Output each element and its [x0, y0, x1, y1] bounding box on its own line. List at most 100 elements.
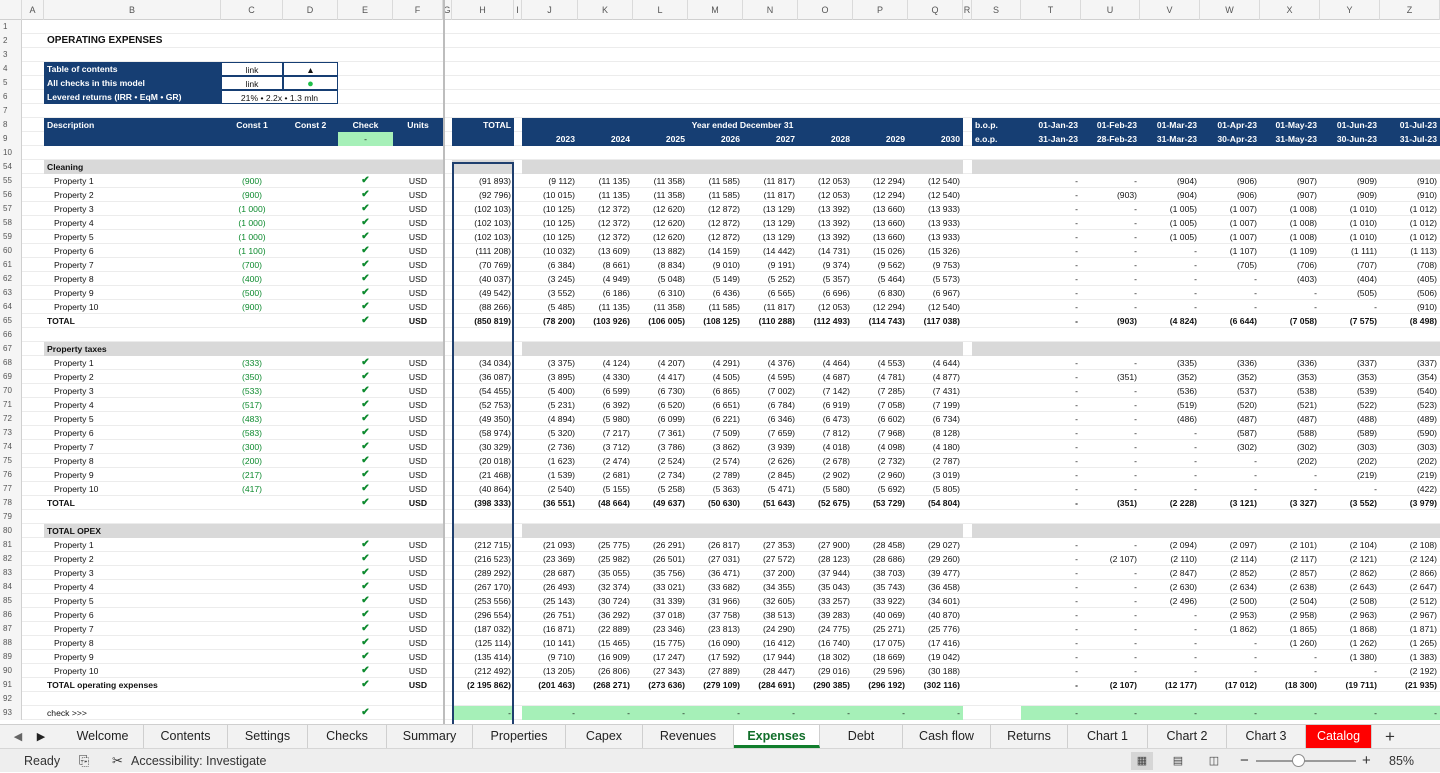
annual-value[interactable]: (36 471) — [688, 566, 743, 580]
annual-value[interactable]: (6 520) — [633, 398, 688, 412]
row-number[interactable]: 83 — [0, 566, 22, 580]
annual-value[interactable]: (9 753) — [908, 258, 963, 272]
row-number[interactable]: 86 — [0, 608, 22, 622]
annual-value[interactable]: (35 043) — [798, 580, 853, 594]
monthly-total[interactable]: (2 228) — [1140, 496, 1200, 510]
monthly-value[interactable]: (2 638) — [1260, 580, 1320, 594]
annual-value[interactable]: (2 732) — [853, 454, 908, 468]
monthly-value[interactable]: (588) — [1260, 426, 1320, 440]
zoom-in-icon[interactable]: + — [1362, 749, 1371, 773]
row-label[interactable]: Property 2 — [44, 188, 221, 202]
units-value[interactable]: USD — [393, 650, 443, 664]
check-mark-icon[interactable]: ✔ — [338, 230, 393, 244]
annual-value[interactable]: (10 141) — [522, 636, 578, 650]
annual-value[interactable]: (7 002) — [743, 384, 798, 398]
monthly-value[interactable]: (1 113) — [1380, 244, 1440, 258]
row-number[interactable]: 74 — [0, 440, 22, 454]
check-mark-icon[interactable]: ✔ — [338, 370, 393, 384]
row-number[interactable]: 67 — [0, 342, 22, 356]
monthly-value[interactable]: - — [1081, 216, 1140, 230]
column-header-d[interactable]: D — [283, 0, 338, 20]
annual-value[interactable]: (13 129) — [743, 216, 798, 230]
monthly-value[interactable]: (1 868) — [1320, 622, 1380, 636]
annual-value[interactable]: (30 724) — [578, 594, 633, 608]
check-monthly[interactable]: - — [1140, 706, 1200, 720]
header-month-start[interactable]: 01-May-23 — [1260, 118, 1320, 132]
column-header-m[interactable]: M — [688, 0, 743, 20]
header-year[interactable]: 2027 — [743, 132, 798, 146]
row-number[interactable]: 77 — [0, 482, 22, 496]
annual-value[interactable]: (24 290) — [743, 622, 798, 636]
annual-total[interactable]: (108 125) — [688, 314, 743, 328]
check-mark-icon[interactable]: ✔ — [338, 440, 393, 454]
monthly-value[interactable]: (2 094) — [1140, 538, 1200, 552]
monthly-value[interactable]: (2 117) — [1260, 552, 1320, 566]
row-number[interactable]: 82 — [0, 552, 22, 566]
monthly-value[interactable]: - — [1260, 300, 1320, 314]
monthly-value[interactable]: (1 007) — [1200, 202, 1260, 216]
sheet-tab-catalog[interactable]: Catalog — [1306, 725, 1372, 748]
annual-value[interactable]: (40 870) — [908, 608, 963, 622]
row-number[interactable]: 6 — [0, 90, 22, 104]
annual-value[interactable]: (6 696) — [798, 286, 853, 300]
row-number[interactable]: 60 — [0, 244, 22, 258]
row-label[interactable]: Property 4 — [44, 398, 221, 412]
annual-value[interactable]: (27 031) — [688, 552, 743, 566]
annual-value[interactable]: (6 565) — [743, 286, 798, 300]
annual-total[interactable]: (302 116) — [908, 678, 963, 692]
annual-value[interactable]: (11 135) — [578, 174, 633, 188]
annual-value[interactable]: (33 682) — [688, 580, 743, 594]
monthly-value[interactable]: (2 496) — [1140, 594, 1200, 608]
annual-total[interactable]: (50 630) — [688, 496, 743, 510]
row-label[interactable]: Property 10 — [44, 664, 221, 678]
monthly-value[interactable]: (1 008) — [1260, 216, 1320, 230]
monthly-value[interactable]: (351) — [1081, 370, 1140, 384]
sheet-tab-chart-3[interactable]: Chart 3 — [1227, 725, 1306, 748]
row-label[interactable]: Property 3 — [44, 566, 221, 580]
annual-value[interactable]: (27 353) — [743, 538, 798, 552]
units-value[interactable]: USD — [393, 188, 443, 202]
monthly-value[interactable]: (488) — [1320, 412, 1380, 426]
monthly-value[interactable]: - — [1081, 440, 1140, 454]
monthly-value[interactable]: - — [1320, 482, 1380, 496]
monthly-value[interactable]: - — [1021, 286, 1081, 300]
row-number[interactable]: 3 — [0, 48, 22, 62]
monthly-value[interactable]: - — [1021, 202, 1081, 216]
annual-value[interactable]: (10 032) — [522, 244, 578, 258]
accessibility-status[interactable]: Accessibility: Investigate — [131, 749, 266, 773]
column-header-r[interactable]: R — [963, 0, 972, 20]
annual-value[interactable]: (17 416) — [908, 636, 963, 650]
monthly-value[interactable]: (506) — [1380, 286, 1440, 300]
column-header-j[interactable]: J — [522, 0, 578, 20]
total-label[interactable]: TOTAL — [44, 314, 221, 328]
annual-value[interactable]: (11 585) — [688, 188, 743, 202]
accessibility-icon[interactable]: ✂ — [112, 749, 123, 773]
row-label[interactable]: Property 5 — [44, 230, 221, 244]
const1-value[interactable]: (1 000) — [221, 202, 283, 216]
header-month-start[interactable]: 01-Apr-23 — [1200, 118, 1260, 132]
annual-value[interactable]: (15 775) — [633, 636, 688, 650]
annual-value[interactable]: (2 845) — [743, 468, 798, 482]
monthly-total[interactable]: (7 058) — [1260, 314, 1320, 328]
annual-value[interactable]: (17 944) — [743, 650, 798, 664]
monthly-value[interactable]: (1 007) — [1200, 230, 1260, 244]
annual-value[interactable]: (29 260) — [908, 552, 963, 566]
monthly-value[interactable]: - — [1021, 272, 1081, 286]
check-annual[interactable]: - — [743, 706, 798, 720]
levered-returns-value[interactable]: 21% • 2.2x • 1.3 mln — [221, 90, 338, 104]
annual-value[interactable]: (11 135) — [578, 188, 633, 202]
units-value[interactable]: USD — [393, 398, 443, 412]
column-header-v[interactable]: V — [1140, 0, 1200, 20]
row-number[interactable]: 78 — [0, 496, 22, 510]
check-mark-icon[interactable]: ✔ — [338, 272, 393, 286]
monthly-value[interactable]: (2 630) — [1140, 580, 1200, 594]
row-label[interactable]: Property 9 — [44, 650, 221, 664]
annual-value[interactable]: (6 186) — [578, 286, 633, 300]
row-label[interactable]: Property 8 — [44, 272, 221, 286]
header-check[interactable]: Check — [338, 118, 393, 132]
annual-value[interactable]: (5 464) — [853, 272, 908, 286]
monthly-value[interactable]: (2 512) — [1380, 594, 1440, 608]
annual-value[interactable]: (12 053) — [798, 188, 853, 202]
annual-value[interactable]: (13 660) — [853, 216, 908, 230]
annual-value[interactable]: (38 703) — [853, 566, 908, 580]
